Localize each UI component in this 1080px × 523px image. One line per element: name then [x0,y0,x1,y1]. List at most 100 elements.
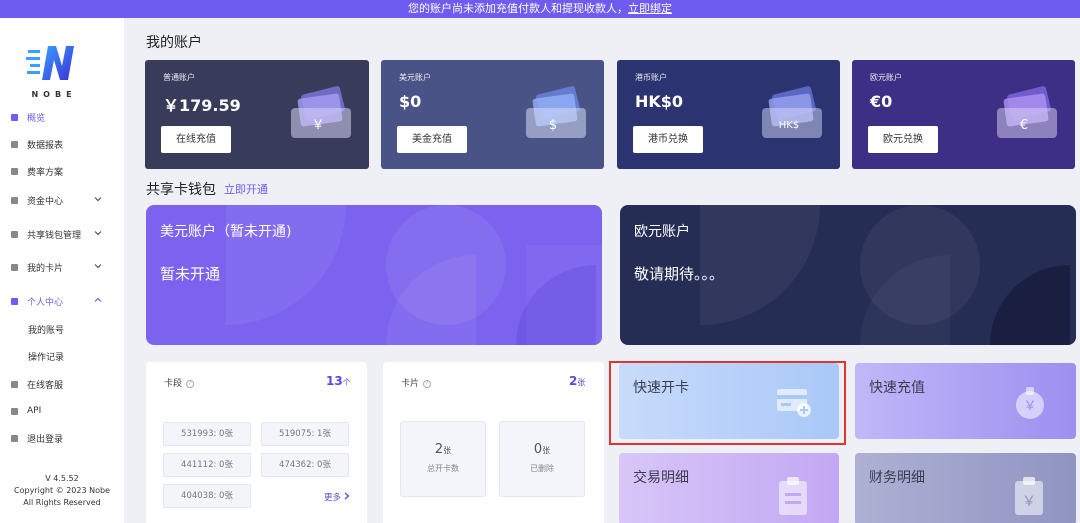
card-segment-count-value: 13 [326,374,343,388]
chevron-down-icon [94,197,102,202]
bind-now-link[interactable]: 立即绑定 [628,2,672,15]
card-pattern [700,205,1070,345]
recharge-icon: ￥ [1016,387,1044,419]
banner-text: 您的账户尚未添加充值付款人和提现收款人， [408,2,628,15]
card-segment-count: 13个 [326,374,351,388]
cards-label: 卡片? [401,376,432,389]
main-content: 我的账户 普通账户 ￥179.59 在线充值 ￥ 美元账户 $0 美金充值 $ … [124,18,1080,523]
hkd-exchange-button[interactable]: 港币兑换 [633,126,703,153]
cards-label-text: 卡片 [401,379,420,389]
top-banner: 您的账户尚未添加充值付款人和提现收款人，立即绑定 [0,0,1080,18]
sidebar: NOBE 概览 数据报表 费率方案 资金中心 共享钱包管理 我的卡片 个人中心 … [0,18,124,523]
sidebar-footer: V 4.5.52 Copyright © 2023 Nobe All Right… [0,473,124,509]
card-segment-chip[interactable]: 441112: 0张 [163,453,251,477]
account-name: 港币账户 [635,73,667,82]
account-name: 普通账户 [163,73,195,82]
online-recharge-button[interactable]: 在线充值 [161,126,231,153]
service-icon [11,380,18,388]
wallet-symbol: $ [549,118,557,133]
sidebar-item-label: 个人中心 [27,297,64,308]
action-label: 快速充值 [869,380,925,396]
card-segment-count-unit: 个 [342,378,351,387]
account-name: 欧元账户 [870,73,902,82]
wallet-symbol: ￥ [311,118,324,133]
clipboard-icon [779,477,807,515]
chart-icon [11,140,18,148]
stat-number: 0 [533,442,543,457]
svg-text:￥: ￥ [1023,399,1036,414]
deleted-cards-stat[interactable]: 0张 已删除 [499,421,585,497]
stat-value: 2张 [401,442,485,457]
card-segment-chip[interactable]: 531993: 0张 [163,422,251,446]
card-icon [11,263,18,271]
quick-open-card-button[interactable]: 快速开卡 [619,363,839,439]
sidebar-item-fund-center[interactable]: 资金中心 [0,189,124,211]
account-card-hkd: 港币账户 HK$0 港币兑换 HK$ [617,60,840,169]
card-segment-label-text: 卡段 [164,379,183,389]
total-cards-stat[interactable]: 2张 总开卡数 [400,421,486,497]
sidebar-item-label: 我的卡片 [27,263,64,274]
sidebar-item-my-cards[interactable]: 我的卡片 [0,256,124,278]
help-icon[interactable]: ? [423,379,432,388]
card-segment-panel: 卡段? 13个 531993: 0张 519075: 1张 441112: 0张… [146,362,367,523]
account-amount: ￥179.59 [163,96,241,115]
usd-recharge-button[interactable]: 美金充值 [397,126,467,153]
card-segment-chip[interactable]: 474362: 0张 [261,453,349,477]
chevron-up-icon [94,297,102,302]
shared-usd-status: 暂未开通 [160,265,221,283]
my-account-title: 我的账户 [146,35,202,51]
wallet-icon: € [997,86,1057,138]
sidebar-item-label: 共享钱包管理 [27,230,82,241]
account-amount: HK$0 [635,92,684,111]
transaction-details-button[interactable]: 交易明细 [619,453,839,523]
shared-eur-title: 欧元账户 [634,224,690,240]
stat-label: 总开卡数 [427,464,459,473]
card-segment-chip[interactable]: 519075: 1张 [261,422,349,446]
sidebar-item-rates[interactable]: 费率方案 [0,160,124,182]
sidebar-item-personal-center[interactable]: 个人中心 [0,290,124,312]
copyright-text: Copyright © 2023 Nobe [14,486,110,495]
card-segment-label: 卡段? [164,376,195,389]
open-now-link[interactable]: 立即开通 [224,181,268,197]
card-add-icon [777,389,811,417]
shared-wallet-title: 共享卡钱包 [146,182,216,198]
sidebar-item-overview[interactable]: 概览 [0,106,124,128]
account-name: 美元账户 [399,73,431,82]
action-label: 财务明细 [869,470,925,486]
sidebar-item-online-service[interactable]: 在线客服 [0,373,124,395]
sidebar-item-label: 数据报表 [27,140,64,151]
stat-label: 已删除 [530,464,554,473]
sidebar-item-api[interactable]: API [0,400,124,422]
stat-unit: 张 [542,446,551,455]
card-segment-chip[interactable]: 404038: 0张 [163,484,251,508]
cards-panel: 卡片? 2张 2张 总开卡数 0张 已删除 [383,362,604,523]
logo-text: NOBE [31,90,77,99]
cards-count: 2张 [569,374,585,388]
sidebar-item-label: 资金中心 [27,196,64,207]
rights-text: All Rights Reserved [23,498,101,507]
finance-icon: ￥ [1015,477,1043,515]
account-card-eur: 欧元账户 €0 欧元兑换 € [852,60,1075,169]
more-link[interactable]: 更多 [324,491,350,503]
shared-usd-title: 美元账户（暂未开通) [160,224,292,240]
sidebar-item-logout[interactable]: 退出登录 [0,427,124,449]
sidebar-item-reports[interactable]: 数据报表 [0,133,124,155]
help-icon[interactable]: ? [186,379,195,388]
wallet-icon: HK$ [762,86,822,138]
action-label: 交易明细 [633,470,689,486]
chevron-down-icon [94,264,102,269]
stat-value: 0张 [500,442,584,457]
more-link-text: 更多 [324,493,342,503]
quick-recharge-button[interactable]: 快速充值 ￥ [855,363,1076,439]
finance-details-button[interactable]: 财务明细 ￥ [855,453,1076,523]
svg-text:￥: ￥ [1022,494,1036,510]
logout-icon [11,434,18,442]
wallet-icon [11,230,18,238]
sidebar-item-shared-wallet[interactable]: 共享钱包管理 [0,223,124,245]
account-amount: €0 [870,92,893,111]
sidebar-item-label: API [27,406,42,416]
eur-exchange-button[interactable]: 欧元兑换 [868,126,938,153]
sidebar-subitem-operation-log[interactable]: 操作记录 [28,350,64,363]
sidebar-subitem-my-account[interactable]: 我的账号 [28,323,64,336]
fund-icon [11,196,18,204]
